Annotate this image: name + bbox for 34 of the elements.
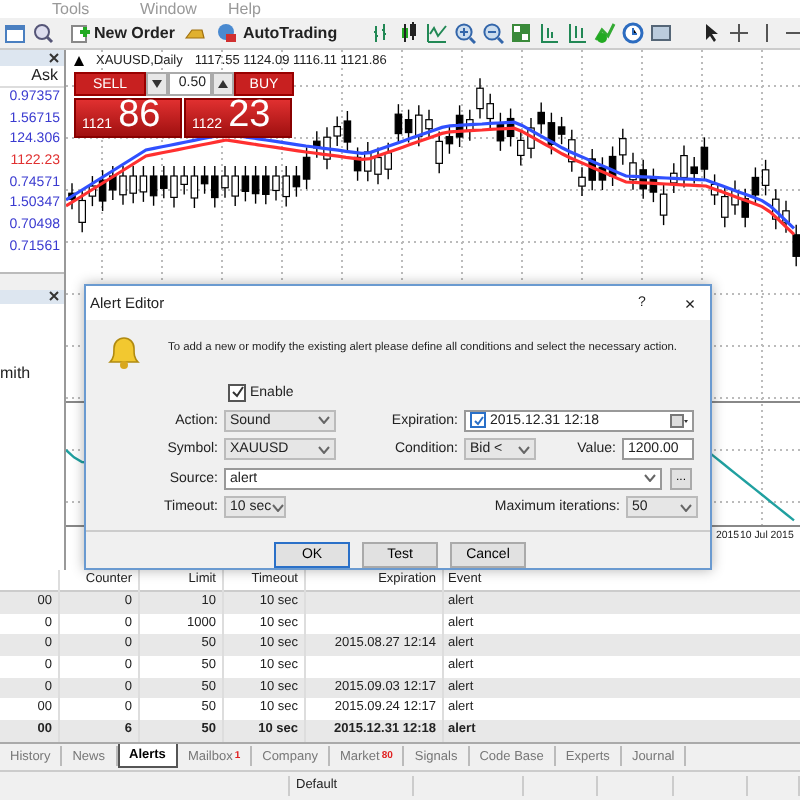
down-arrow-icon [152, 80, 162, 88]
expiration-checkbox[interactable] [470, 412, 486, 429]
up-arrow-icon [218, 80, 228, 88]
zoom-icon[interactable] [32, 22, 54, 45]
clock-icon[interactable] [621, 22, 644, 45]
crosshair-icon[interactable] [727, 22, 750, 45]
close-icon[interactable] [48, 52, 60, 64]
plus-icon [70, 23, 90, 44]
navigator-item[interactable]: mith [0, 363, 64, 381]
triangle-icon [74, 56, 84, 66]
close-icon[interactable] [48, 290, 60, 302]
check-icon [473, 415, 483, 426]
enable-checkbox[interactable] [228, 383, 246, 401]
tile-windows-icon[interactable] [509, 22, 532, 45]
templates-icon[interactable] [649, 22, 672, 45]
bell-icon [104, 334, 144, 370]
indicators-icon[interactable] [593, 22, 616, 45]
line-chart-icon[interactable] [425, 22, 448, 45]
chart-shift-icon[interactable] [565, 22, 588, 45]
lot-increase-button[interactable] [212, 72, 234, 96]
zoom-out-icon[interactable] [481, 22, 504, 45]
check-icon [231, 386, 243, 398]
zoom-in-icon[interactable] [453, 22, 476, 45]
bar-chart-icon[interactable] [369, 22, 392, 45]
lot-decrease-button[interactable] [146, 72, 168, 96]
calendar-icon [670, 413, 688, 428]
autotrading-button[interactable]: AutoTrading [212, 22, 342, 45]
window-icon[interactable] [4, 22, 26, 45]
robot-icon [216, 22, 239, 45]
new-order-button[interactable]: New Order [66, 23, 179, 44]
candle-chart-icon[interactable] [397, 22, 420, 45]
column-header: Ask [0, 66, 64, 88]
scroll-chart-icon[interactable] [537, 22, 560, 45]
close-button[interactable]: × [670, 293, 710, 313]
